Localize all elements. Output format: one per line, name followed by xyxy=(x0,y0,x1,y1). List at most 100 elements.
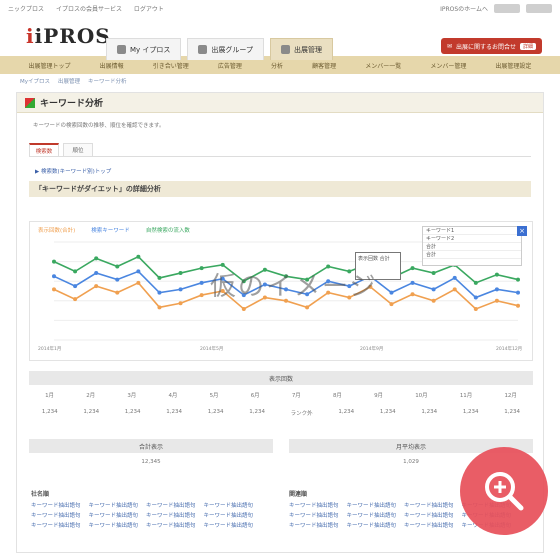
data-point[interactable] xyxy=(94,271,99,276)
nav-item[interactable]: 顧客管理 xyxy=(312,61,336,70)
data-point[interactable] xyxy=(52,274,56,279)
selector-row[interactable]: 合計 xyxy=(423,243,521,251)
tab-rank[interactable]: 順位 xyxy=(63,143,93,156)
crumb-item[interactable]: 出展管理 xyxy=(58,77,80,85)
keyword-link[interactable]: キーワード抽出語句 xyxy=(289,503,339,509)
keyword-link[interactable]: キーワード抽出語句 xyxy=(289,513,339,519)
keyword-link[interactable]: キーワード抽出語句 xyxy=(31,503,81,509)
keyword-link[interactable]: キーワード抽出語句 xyxy=(404,523,454,529)
data-point[interactable] xyxy=(178,271,183,276)
nav-item[interactable]: 引き合い管理 xyxy=(153,61,189,70)
data-point[interactable] xyxy=(115,277,120,282)
tab-exhibit-manage[interactable]: 出展管理 xyxy=(270,38,334,60)
data-point[interactable] xyxy=(52,259,56,264)
selector-row[interactable]: キーワード1 xyxy=(423,227,521,235)
data-point[interactable] xyxy=(473,280,478,285)
keyword-link[interactable]: キーワード抽出語句 xyxy=(404,513,454,519)
legend-item[interactable]: 表示回数(合計) xyxy=(38,226,75,234)
data-point[interactable] xyxy=(94,284,99,289)
data-point[interactable] xyxy=(431,271,436,276)
data-point[interactable] xyxy=(431,287,436,292)
data-point[interactable] xyxy=(136,254,141,259)
keyword-top-link[interactable]: ▶ 検索数(キーワード別)トップ xyxy=(17,157,543,179)
keyword-link[interactable]: キーワード抽出語句 xyxy=(146,503,196,509)
data-point[interactable] xyxy=(494,272,499,277)
keyword-link[interactable]: キーワード抽出語句 xyxy=(31,513,81,519)
data-point[interactable] xyxy=(516,290,520,295)
data-point[interactable] xyxy=(199,266,204,271)
keyword-link[interactable]: キーワード抽出語句 xyxy=(146,513,196,519)
top-link-1[interactable]: ニックプロス xyxy=(8,6,44,13)
nav-item[interactable]: 広告管理 xyxy=(218,61,242,70)
keyword-link[interactable]: キーワード抽出語句 xyxy=(146,523,196,529)
logo[interactable]: iiPROS xyxy=(26,24,111,48)
data-point[interactable] xyxy=(241,306,246,311)
keyword-link[interactable]: キーワード抽出語句 xyxy=(31,523,81,529)
keyword-link[interactable]: キーワード抽出語句 xyxy=(404,503,454,509)
keyword-link[interactable]: キーワード抽出語句 xyxy=(204,523,254,529)
nav-item[interactable]: メンバー管理 xyxy=(430,61,466,70)
top-pill-1[interactable] xyxy=(494,3,520,13)
data-point[interactable] xyxy=(52,287,56,292)
zoom-button[interactable] xyxy=(460,447,548,535)
data-point[interactable] xyxy=(115,264,120,269)
series-selector[interactable]: キーワード1 キーワード2 合計 合計 × xyxy=(422,226,527,266)
nav-item[interactable]: 出展情報 xyxy=(100,61,124,70)
nav-item[interactable]: 分析 xyxy=(271,61,283,70)
data-point[interactable] xyxy=(199,293,204,298)
selector-row[interactable]: キーワード2 xyxy=(423,235,521,243)
data-point[interactable] xyxy=(73,284,78,289)
data-point[interactable] xyxy=(115,290,120,295)
data-point[interactable] xyxy=(157,275,162,280)
data-point[interactable] xyxy=(516,277,520,282)
top-pill-2[interactable] xyxy=(526,3,552,13)
top-link-3[interactable]: ログアウト xyxy=(134,6,164,13)
data-point[interactable] xyxy=(178,301,183,306)
tab-my-ipros[interactable]: My イプロス xyxy=(106,38,182,60)
close-icon[interactable]: × xyxy=(517,226,527,236)
selector-row[interactable]: 合計 xyxy=(423,251,521,259)
data-point[interactable] xyxy=(494,298,499,303)
tab-exhibit-group[interactable]: 出展グループ xyxy=(187,38,265,60)
keyword-link[interactable]: キーワード抽出語句 xyxy=(204,513,254,519)
keyword-link[interactable]: キーワード抽出語句 xyxy=(347,513,397,519)
data-point[interactable] xyxy=(73,297,78,302)
nav-item[interactable]: 出展管理トップ xyxy=(29,61,71,70)
keyword-link[interactable]: キーワード抽出語句 xyxy=(89,513,139,519)
data-point[interactable] xyxy=(410,266,415,271)
nav-item[interactable]: 出展管理設定 xyxy=(495,61,531,70)
legend-item[interactable]: 検索キーワード xyxy=(91,226,130,234)
data-point[interactable] xyxy=(157,290,162,295)
data-point[interactable] xyxy=(94,256,99,261)
legend-item[interactable]: 自然検索の流入数 xyxy=(146,226,190,234)
keyword-link[interactable]: キーワード抽出語句 xyxy=(204,503,254,509)
data-point[interactable] xyxy=(452,287,457,292)
keyword-link[interactable]: キーワード抽出語句 xyxy=(89,523,139,529)
data-point[interactable] xyxy=(178,287,183,292)
data-point[interactable] xyxy=(157,305,162,310)
keyword-link[interactable]: キーワード抽出語句 xyxy=(347,523,397,529)
data-point[interactable] xyxy=(431,298,436,303)
data-point[interactable] xyxy=(389,302,394,307)
keyword-link[interactable]: キーワード抽出語句 xyxy=(347,503,397,509)
data-point[interactable] xyxy=(73,269,78,274)
data-point[interactable] xyxy=(473,306,478,311)
contact-button[interactable]: ✉ 出展に関するお問合せ 詳細 xyxy=(440,38,542,54)
keyword-link[interactable]: キーワード抽出語句 xyxy=(289,523,339,529)
nav-item[interactable]: メンバー一覧 xyxy=(365,61,401,70)
data-point[interactable] xyxy=(305,305,310,310)
data-point[interactable] xyxy=(494,287,499,292)
data-point[interactable] xyxy=(516,303,520,308)
keyword-link[interactable]: キーワード抽出語句 xyxy=(89,503,139,509)
data-point[interactable] xyxy=(410,292,415,297)
tab-search-count[interactable]: 検索数 xyxy=(29,143,59,156)
crumb-item[interactable]: Myイプロス xyxy=(20,77,50,85)
top-link-2[interactable]: イプロスの会員サービス xyxy=(56,6,122,13)
data-point[interactable] xyxy=(410,280,415,285)
data-point[interactable] xyxy=(452,275,457,280)
data-point[interactable] xyxy=(136,269,141,274)
data-point[interactable] xyxy=(473,295,478,300)
data-point[interactable] xyxy=(136,280,141,285)
data-point[interactable] xyxy=(389,290,394,295)
data-point[interactable] xyxy=(199,280,204,285)
